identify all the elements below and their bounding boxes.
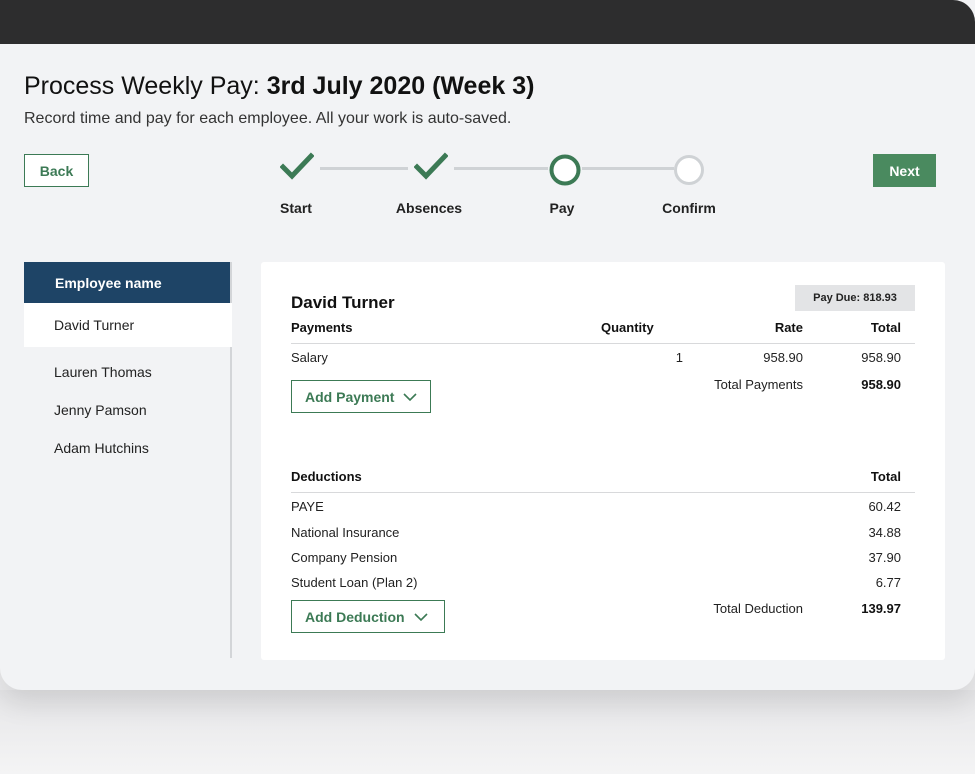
deductions-header: Deductions bbox=[291, 469, 362, 484]
employee-sidebar: Employee name David Turner Lauren Thomas… bbox=[24, 262, 232, 658]
step-connector bbox=[454, 167, 548, 170]
window-titlebar bbox=[0, 0, 975, 44]
total-deduction-label: Total Deduction bbox=[713, 601, 803, 616]
quantity-header: Quantity bbox=[601, 320, 654, 335]
step-label-pay: Pay bbox=[549, 200, 575, 216]
sidebar-item-david-turner[interactable]: David Turner bbox=[24, 303, 232, 347]
page-subtitle: Record time and pay for each employee. A… bbox=[24, 110, 512, 127]
step-label-absences: Absences bbox=[395, 200, 463, 216]
total-header: Total bbox=[870, 320, 901, 335]
page-title-date: 3rd July 2020 (Week 3) bbox=[266, 72, 535, 100]
chevron-down-icon bbox=[413, 612, 428, 621]
pay-panel: David Turner Pay Due: 818.93 Payments Qu… bbox=[261, 262, 945, 660]
pay-due-badge: Pay Due: 818.93 bbox=[795, 285, 915, 311]
total-payments-label: Total Payments bbox=[714, 377, 803, 392]
divider bbox=[291, 492, 915, 493]
payment-name: Salary bbox=[291, 350, 328, 365]
pending-step-icon bbox=[674, 155, 704, 185]
add-deduction-dropdown[interactable]: Add Deduction bbox=[291, 600, 445, 633]
deduction-name: PAYE bbox=[291, 499, 324, 514]
sidebar-item-jenny-pamson[interactable]: Jenny Pamson bbox=[24, 391, 230, 429]
deductions-total-header: Total bbox=[870, 469, 901, 484]
payment-total: 958.90 bbox=[861, 350, 901, 365]
app-window: Process Weekly Pay: 3rd July 2020 (Week … bbox=[0, 0, 975, 690]
back-button[interactable]: Back bbox=[24, 154, 89, 187]
check-icon bbox=[280, 152, 314, 180]
payment-quantity: 1 bbox=[675, 350, 683, 365]
page-title: Process Weekly Pay: 3rd July 2020 (Week … bbox=[24, 72, 534, 101]
deduction-total: 37.90 bbox=[868, 550, 901, 565]
step-label-start: Start bbox=[280, 200, 312, 216]
employee-name: David Turner bbox=[291, 293, 395, 312]
step-connector bbox=[320, 167, 408, 170]
deduction-name: Company Pension bbox=[291, 550, 398, 565]
deduction-total: 60.42 bbox=[868, 499, 901, 514]
backdrop bbox=[0, 690, 975, 774]
rate-header: Rate bbox=[774, 320, 803, 335]
add-payment-label: Add Payment bbox=[305, 388, 395, 405]
sidebar-heading: Employee name bbox=[24, 262, 230, 303]
step-connector bbox=[582, 167, 674, 170]
add-deduction-label: Add Deduction bbox=[305, 608, 405, 625]
payment-rate: 958.90 bbox=[763, 350, 803, 365]
sidebar-item-adam-hutchins[interactable]: Adam Hutchins bbox=[24, 429, 230, 467]
next-button[interactable]: Next bbox=[873, 154, 936, 187]
deduction-total: 6.77 bbox=[875, 575, 901, 590]
sidebar-item-lauren-thomas[interactable]: Lauren Thomas bbox=[24, 353, 230, 391]
add-payment-dropdown[interactable]: Add Payment bbox=[291, 380, 431, 413]
total-payments-value: 958.90 bbox=[861, 377, 901, 392]
chevron-down-icon bbox=[403, 392, 418, 401]
divider bbox=[291, 343, 915, 344]
deduction-total: 34.88 bbox=[868, 525, 901, 540]
deduction-name: National Insurance bbox=[291, 525, 400, 540]
payments-header: Payments bbox=[291, 320, 353, 335]
step-label-confirm: Confirm bbox=[662, 200, 716, 216]
current-step-icon bbox=[549, 154, 581, 186]
check-icon bbox=[414, 152, 448, 180]
deduction-name: Student Loan (Plan 2) bbox=[291, 575, 418, 590]
page-title-prefix: Process Weekly Pay: bbox=[24, 72, 267, 100]
total-deduction-value: 139.97 bbox=[861, 601, 901, 616]
